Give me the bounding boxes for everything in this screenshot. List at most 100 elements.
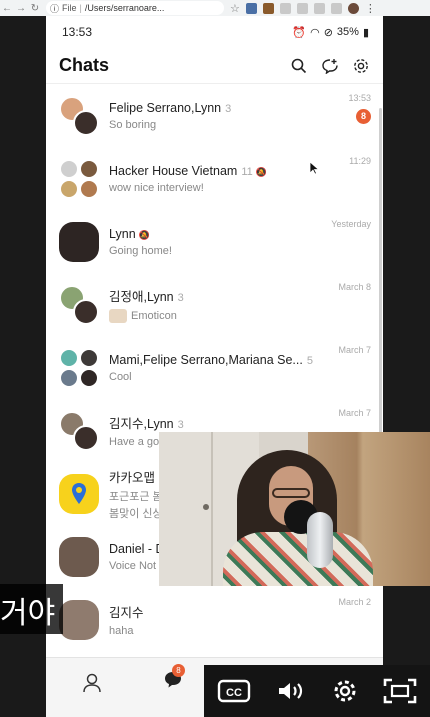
chats-header: Chats <box>46 48 383 84</box>
chat-time: March 7 <box>338 408 371 418</box>
avatar <box>79 178 99 199</box>
chat-preview: Emoticon <box>109 309 373 323</box>
avatar <box>73 298 99 325</box>
subtitle-caption: 거야 <box>0 584 64 634</box>
gear-icon[interactable] <box>332 678 358 704</box>
separator: | <box>79 3 82 13</box>
chat-time: 13:53 <box>348 93 371 103</box>
volume-icon[interactable] <box>276 679 306 703</box>
map-pin-icon <box>72 482 86 504</box>
avatar <box>59 347 79 368</box>
battery-icon: ▮ <box>362 26 369 39</box>
avatar <box>73 424 99 451</box>
member-count: 3 <box>177 292 184 304</box>
person-icon[interactable] <box>82 672 102 699</box>
chat-time: March 7 <box>338 345 371 355</box>
kakaomap-avatar <box>59 473 99 514</box>
avatar-group <box>59 221 99 262</box>
status-bar: 13:53 ⏰ ◠ ⊘ 35% ▮ <box>46 16 383 48</box>
chat-time: March 8 <box>338 282 371 292</box>
avatar <box>59 158 79 179</box>
mouse-cursor-icon <box>309 161 319 175</box>
wifi-icon: ◠ <box>310 26 320 39</box>
search-icon[interactable] <box>291 58 307 74</box>
chat-name: 김지수 <box>109 606 144 620</box>
chat-name: 김지수,Lynn 3 <box>109 417 184 431</box>
url-text: /Users/serranoare... <box>84 3 165 13</box>
extension-icon[interactable] <box>330 2 342 14</box>
avatar <box>59 536 99 577</box>
page-title: Chats <box>59 55 110 75</box>
chat-name: Mami,Felipe Serrano,Mariana Se... 5 <box>109 352 313 367</box>
chat-name: Felipe Serrano,Lynn 3 <box>109 100 232 115</box>
extension-icon[interactable] <box>245 2 257 14</box>
avatar <box>59 599 99 640</box>
avatar <box>79 367 99 388</box>
extension-icon[interactable] <box>262 2 274 14</box>
chat-row[interactable]: 김정애,Lynn 3 Emoticon March 8 <box>46 273 383 336</box>
avatar <box>59 367 79 388</box>
chat-tab-badge: 8 <box>172 664 185 677</box>
extension-icon[interactable] <box>313 2 325 14</box>
avatar <box>79 347 99 368</box>
chat-preview: Going home! <box>109 244 172 257</box>
chat-row[interactable]: Felipe Serrano,Lynn 3 So boring 13:53 8 <box>46 84 383 147</box>
chat-row[interactable]: Hacker House Vietnam 11 🔕 wow nice intervi… <box>46 147 383 210</box>
avatar-group <box>59 347 99 388</box>
phone-screen: 13:53 ⏰ ◠ ⊘ 35% ▮ Chats Felipe Serrano,L… <box>46 16 383 717</box>
avatar <box>59 178 79 199</box>
chat-time: March 2 <box>338 597 371 607</box>
microphone <box>307 512 333 568</box>
avatar-group <box>59 410 99 451</box>
mute-icon: 🔕 <box>138 229 150 240</box>
avatar <box>79 158 99 179</box>
mute-icon: 🔕 <box>255 166 267 177</box>
status-time: 13:53 <box>62 25 93 39</box>
settings-icon[interactable] <box>353 58 369 74</box>
unread-badge: 8 <box>356 109 371 124</box>
battery-text: 35% <box>336 26 359 38</box>
back-icon[interactable]: ← <box>0 3 14 14</box>
browser-toolbar: ← → ↻ ⓘ File | /Users/serranoare... ☆ ⋮ <box>0 0 430 16</box>
reload-icon[interactable]: ↻ <box>28 3 42 14</box>
video-controls: CC <box>204 665 430 717</box>
dnd-icon: ⊘ <box>323 26 333 39</box>
chat-time: Yesterday <box>331 219 371 229</box>
avatar-group <box>59 599 99 640</box>
alarm-icon: ⏰ <box>292 26 307 39</box>
status-icons: ⏰ ◠ ⊘ 35% ▮ <box>292 26 369 39</box>
extension-icon[interactable] <box>296 2 308 14</box>
chat-preview: So boring <box>109 118 157 131</box>
member-count: 3 <box>177 419 184 431</box>
fullscreen-icon[interactable] <box>383 678 417 704</box>
chat-row[interactable]: Lynn 🔕 Going home! Yesterday <box>46 210 383 273</box>
cc-icon[interactable]: CC <box>217 678 251 704</box>
chat-preview: haha <box>109 625 134 637</box>
scrollbar[interactable] <box>379 108 382 438</box>
chat-row[interactable]: Mami,Felipe Serrano,Mariana Se... 5 Cool … <box>46 336 383 399</box>
avatar-group <box>59 95 99 136</box>
member-count: 3 <box>225 102 232 115</box>
profile-avatar[interactable] <box>347 2 359 14</box>
address-bar[interactable]: ⓘ File | /Users/serranoare... <box>46 1 224 15</box>
file-label: File <box>62 3 77 13</box>
menu-icon[interactable]: ⋮ <box>365 2 376 15</box>
avatar-group <box>59 536 99 577</box>
webcam-overlay <box>159 432 430 586</box>
bookmark-star-icon[interactable]: ☆ <box>230 2 240 15</box>
svg-text:CC: CC <box>226 687 242 699</box>
presenter-glasses <box>272 488 310 498</box>
avatar <box>73 109 99 136</box>
member-count: 5 <box>306 354 313 367</box>
door-edge <box>211 432 213 586</box>
avatar-group <box>59 158 99 199</box>
chat-name: Hacker House Vietnam 11 🔕 <box>109 163 267 178</box>
forward-icon[interactable]: → <box>14 3 28 14</box>
new-chat-icon[interactable] <box>321 58 339 74</box>
chat-row[interactable]: 김지수 haha March 2 <box>46 588 383 651</box>
extension-icon[interactable] <box>279 2 291 14</box>
chat-preview: Cool <box>109 370 132 383</box>
member-count: 11 <box>241 165 253 178</box>
avatar-group <box>59 284 99 325</box>
info-icon: ⓘ <box>50 3 60 14</box>
